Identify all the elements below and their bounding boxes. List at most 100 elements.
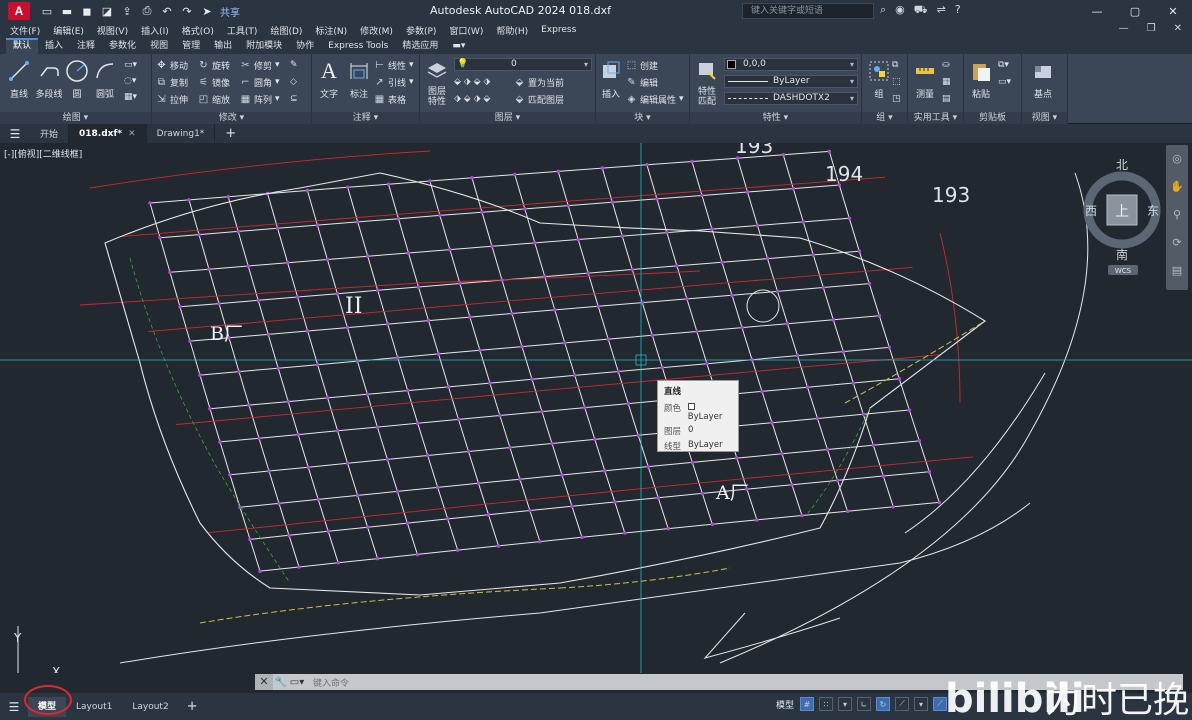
open-folder-icon[interactable]: ▬ <box>60 4 74 18</box>
orbit-icon[interactable]: ⟳ <box>1166 229 1188 257</box>
modify-panel-title[interactable]: 修改 ▾ <box>152 112 311 124</box>
layer-tools-row2[interactable]: ⬗ ⬙ ⬗ ⬙ <box>454 92 490 106</box>
tab-layout1[interactable]: Layout1 <box>66 697 122 717</box>
ortho-icon[interactable]: ∟ <box>857 697 871 711</box>
menu-view[interactable]: 视图(V) <box>97 24 128 37</box>
lineweight-dropdown[interactable]: ByLayer ▾ <box>724 75 858 88</box>
doc-minimize-icon[interactable]: — <box>1119 23 1129 34</box>
layer-properties-button[interactable]: 图层 特性 <box>422 58 452 107</box>
new-tab-icon[interactable]: + <box>215 126 246 141</box>
cart-icon[interactable]: ⛟ <box>914 3 928 18</box>
measure-button[interactable]: 测量 <box>910 58 940 100</box>
close-icon[interactable]: ✕ <box>1154 0 1192 22</box>
move-button[interactable]: ✥ 移动 <box>156 58 188 72</box>
cut-clip-icon[interactable]: ▭▾ <box>998 75 1011 89</box>
menu-file[interactable]: 文件(F) <box>10 24 40 37</box>
isodraft-icon[interactable]: ⟋ <box>895 697 909 711</box>
new-file-icon[interactable]: ▭ <box>40 4 54 18</box>
leader-button[interactable]: ↗ 引线 ▾ <box>374 75 413 89</box>
circle-button[interactable]: 圆 <box>62 58 92 100</box>
copy-clip-icon[interactable]: ⧉▾ <box>998 58 1009 72</box>
region-icon[interactable]: ▦▾ <box>124 90 137 104</box>
count-icon[interactable]: ▦ <box>942 75 951 89</box>
viewcube[interactable]: 上 北 南 西 东 WCS <box>1082 155 1162 277</box>
line-button[interactable]: 直线 <box>4 58 34 100</box>
erase-icon[interactable]: ✎ <box>290 58 298 72</box>
menu-format[interactable]: 格式(O) <box>182 24 214 37</box>
menu-window[interactable]: 窗口(W) <box>449 24 483 37</box>
save-as-icon[interactable]: ◪ <box>100 4 114 18</box>
groups-panel-title[interactable]: 组 ▾ <box>862 112 907 124</box>
redo-icon[interactable]: ↷ <box>180 4 194 18</box>
compass-south[interactable]: 南 <box>1116 247 1128 262</box>
layers-panel-title[interactable]: 图层 ▾ <box>420 112 595 124</box>
menu-draw[interactable]: 绘图(D) <box>270 24 302 37</box>
menu-dimension[interactable]: 标注(N) <box>315 24 347 37</box>
tab-parametric[interactable]: 参数化 <box>102 38 143 54</box>
match-properties-button[interactable]: 特性 匹配 <box>692 58 722 107</box>
tab-annotate[interactable]: 注释 <box>70 38 102 54</box>
group-select-icon[interactable]: ◳ <box>892 92 901 106</box>
offset-icon[interactable]: ⊆ <box>290 92 298 106</box>
arc-button[interactable]: 圆弧 <box>90 58 120 100</box>
quick-select-icon[interactable]: ⛀ <box>942 58 950 72</box>
grid-icon[interactable]: # <box>800 697 814 711</box>
rectangle-icon[interactable]: ▭▾ <box>124 58 137 72</box>
tab-express-tools[interactable]: Express Tools <box>321 38 395 54</box>
snap-icon[interactable]: ∷ <box>819 697 833 711</box>
command-history-icon[interactable]: ▭▾ <box>289 677 305 688</box>
user-icon[interactable]: ◉ <box>895 3 905 18</box>
group-edit-icon[interactable]: ⬚ <box>892 75 901 89</box>
edit-block-button[interactable]: ✎ 编辑 <box>626 75 658 89</box>
menu-modify[interactable]: 修改(M) <box>360 24 393 37</box>
drawing-canvas[interactable]: 193 194 193 B厂 II A厂 Y X [-][俯视][二维线框] 直… <box>0 143 1192 673</box>
menu-tools[interactable]: 工具(T) <box>227 24 258 37</box>
ungroup-icon[interactable]: ⧉ <box>892 58 898 72</box>
rotate-button[interactable]: ↻ 旋转 <box>198 58 230 72</box>
wrench-icon[interactable]: 🔧 <box>273 677 289 688</box>
minimize-icon[interactable]: — <box>1078 0 1116 22</box>
text-button[interactable]: A 文字 <box>314 58 344 100</box>
trim-button[interactable]: ✂ 修剪 ▾ <box>240 58 279 72</box>
doc-close-icon[interactable]: ✕ <box>1174 23 1182 34</box>
layer-dropdown[interactable]: 💡 0 ▾ <box>454 58 592 71</box>
share-icon[interactable]: ➤ <box>200 4 214 18</box>
osnap-icon[interactable]: ▾ <box>914 697 928 711</box>
menu-express[interactable]: Express <box>541 25 576 35</box>
compass-north[interactable]: 北 <box>1116 158 1128 172</box>
base-point-button[interactable]: 基点 <box>1028 58 1058 100</box>
dimension-button[interactable]: 标注 <box>344 58 374 100</box>
scale-button[interactable]: ◰ 缩放 <box>198 92 230 106</box>
tab-collaborate[interactable]: 协作 <box>289 38 321 54</box>
model-space-button[interactable]: 模型 <box>776 698 794 711</box>
linear-button[interactable]: ⊢ 线性 ▾ <box>374 58 413 72</box>
mirror-button[interactable]: ⚟ 镜像 <box>198 75 230 89</box>
tab-view[interactable]: 视图 <box>143 38 175 54</box>
utilities-panel-title[interactable]: 实用工具 ▾ <box>908 112 963 124</box>
tab-featured-apps[interactable]: 精选应用 <box>395 38 445 54</box>
save-icon[interactable]: ◼ <box>80 4 94 18</box>
layer-tools-row1[interactable]: ⬙ ⬗ ⬙ ⬗ <box>454 75 490 89</box>
pan-icon[interactable]: ✋ <box>1166 173 1188 201</box>
hatch-icon[interactable]: ◌▾ <box>124 74 136 88</box>
zoom-icon[interactable]: ⚲ <box>1166 201 1188 229</box>
viewport-controls[interactable]: [-][俯视][二维线框] <box>4 147 82 160</box>
match-layer-button[interactable]: ⬙ 匹配图层 <box>514 92 564 106</box>
linetype-dropdown[interactable]: DASHDOTX2 ▾ <box>724 92 858 105</box>
compass-east[interactable]: 东 <box>1147 204 1159 218</box>
close-icon[interactable]: ✕ <box>255 674 273 690</box>
ribbon-toggle-icon[interactable]: ▬▾ <box>445 38 472 54</box>
command-input[interactable]: 键入命令 <box>305 676 349 689</box>
tab-layout2[interactable]: Layout2 <box>122 697 178 717</box>
search-input[interactable]: 键入关键字或短语 <box>742 3 874 19</box>
undo-icon[interactable]: ↶ <box>160 4 174 18</box>
doc-restore-icon[interactable]: ❐ <box>1147 23 1156 34</box>
tab-insert[interactable]: 插入 <box>38 38 70 54</box>
share-label[interactable]: 共享 <box>220 4 240 19</box>
autocad-logo[interactable]: A <box>8 2 30 20</box>
showmotion-icon[interactable]: ▤ <box>1166 257 1188 285</box>
menu-insert[interactable]: 插入(I) <box>141 24 169 37</box>
insert-block-button[interactable]: 插入 <box>596 58 626 100</box>
help-icon[interactable]: ? <box>955 3 961 18</box>
tab-default[interactable]: 默认 <box>6 38 39 54</box>
